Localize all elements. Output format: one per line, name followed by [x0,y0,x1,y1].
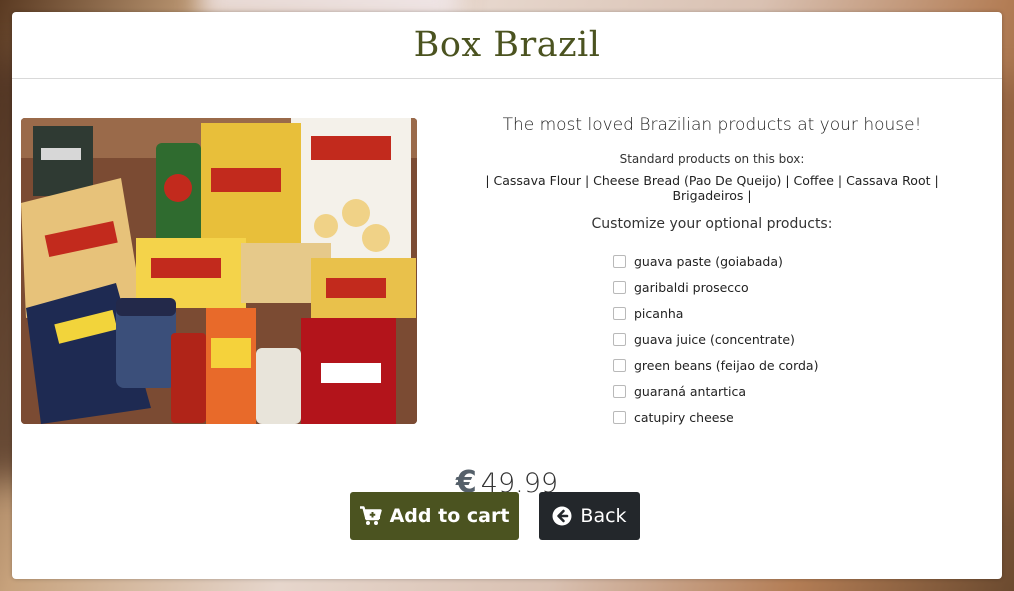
option-checkbox[interactable] [613,280,626,294]
option-item[interactable]: guaraná antartica [613,378,873,404]
option-item[interactable]: catupiry cheese [613,404,873,430]
product-info: The most loved Brazilian products at you… [452,115,972,430]
product-tagline: The most loved Brazilian products at you… [502,115,922,135]
option-label: catupiry cheese [634,409,734,425]
standard-products-list: | Cassava Flour | Cheese Bread (Pao De Q… [485,173,939,203]
option-item[interactable]: picanha [613,300,873,326]
standard-products-label: Standard products on this box: [619,152,805,166]
option-item[interactable]: guava paste (goiabada) [613,248,873,274]
arrow-circle-left-icon [552,506,572,526]
optional-products-list: guava paste (goiabada) garibaldi prosecc… [613,248,873,430]
product-image [21,118,417,424]
add-to-cart-label: Add to cart [389,505,510,527]
option-item[interactable]: garibaldi prosecco [613,274,873,300]
back-label: Back [580,505,627,527]
option-label: green beans (feijao de corda) [634,357,819,373]
option-label: guava juice (concentrate) [634,331,795,347]
option-item[interactable]: guava juice (concentrate) [613,326,873,352]
option-checkbox[interactable] [613,358,626,372]
add-to-cart-button[interactable]: Add to cart [350,492,519,540]
product-photo-illustration [21,118,417,424]
option-label: garibaldi prosecco [634,279,749,295]
option-checkbox[interactable] [613,332,626,346]
customize-label: Customize your optional products: [591,216,833,232]
option-label: guaraná antartica [634,383,747,399]
option-label: guava paste (goiabada) [634,253,783,269]
option-checkbox[interactable] [613,410,626,424]
shopping-cart-plus-icon [359,506,382,525]
option-checkbox[interactable] [613,254,626,268]
page-title: Box Brazil [413,25,601,65]
card-header: Box Brazil [12,12,1002,79]
option-checkbox[interactable] [613,306,626,320]
action-buttons: Add to cart Back [350,492,640,540]
option-item[interactable]: green beans (feijao de corda) [613,352,873,378]
option-checkbox[interactable] [613,384,626,398]
back-button[interactable]: Back [539,492,640,540]
option-label: picanha [634,305,684,321]
